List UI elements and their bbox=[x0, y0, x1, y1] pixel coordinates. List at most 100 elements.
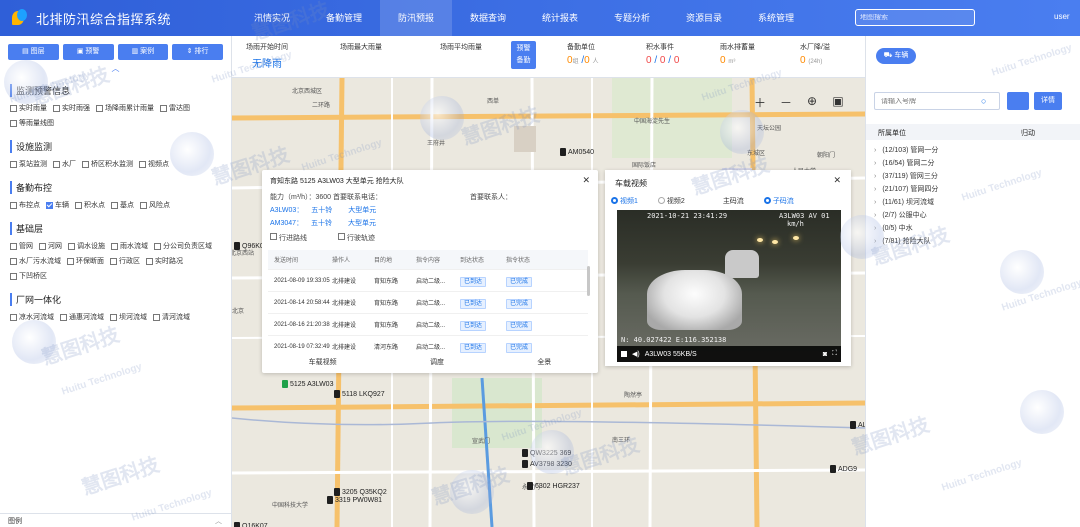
vehicle-marker[interactable]: Q16K07 bbox=[234, 522, 268, 527]
map-search[interactable] bbox=[855, 9, 975, 26]
layer-option[interactable]: 环保断面 bbox=[67, 256, 104, 266]
layer-option[interactable]: 坝河流域 bbox=[110, 312, 147, 322]
layer-option[interactable]: 场降雨累计雨量 bbox=[96, 103, 154, 113]
checkbox[interactable] bbox=[10, 160, 17, 168]
checkbox[interactable] bbox=[139, 160, 146, 168]
track-checkbox[interactable] bbox=[338, 233, 345, 240]
checkbox[interactable] bbox=[67, 257, 74, 265]
checkbox[interactable] bbox=[10, 119, 17, 127]
route-checkbox[interactable] bbox=[270, 233, 277, 240]
layer-option[interactable]: 泵站监测 bbox=[10, 159, 47, 169]
close-icon[interactable]: ✕ bbox=[582, 175, 590, 186]
fullscreen-icon[interactable]: ⛶ bbox=[832, 350, 837, 358]
checkbox[interactable] bbox=[10, 313, 17, 321]
tab-layers[interactable]: ▤ 图层 bbox=[8, 44, 59, 60]
vehicle-marker[interactable]: AV3798 3230 bbox=[522, 460, 572, 468]
table-row[interactable]: 2021-08-09 19:33:05 北排建设 育知东路 启动二级... 已到达 已完成 bbox=[268, 270, 588, 292]
checkbox[interactable] bbox=[10, 201, 17, 209]
vehicle-marker[interactable]: 5125 A3LW03 bbox=[282, 380, 333, 388]
route-check[interactable]: 行进路线 bbox=[270, 233, 307, 243]
nav-item[interactable]: 系统管理 bbox=[740, 0, 812, 36]
radio-sub-stream[interactable]: 子码流 bbox=[763, 196, 794, 206]
vehicle-marker[interactable]: 3319 PW0W81 bbox=[327, 496, 382, 504]
dispatch-link[interactable]: 调度 bbox=[430, 357, 444, 367]
checkbox[interactable] bbox=[53, 104, 60, 112]
layer-option[interactable]: 水厂污水流域 bbox=[10, 256, 61, 266]
checkbox[interactable] bbox=[10, 257, 17, 265]
nav-item[interactable]: 统计报表 bbox=[524, 0, 596, 36]
collapse-chevron-icon[interactable]: ︿ bbox=[0, 64, 231, 74]
checkbox[interactable] bbox=[96, 104, 103, 112]
layer-option[interactable]: 雨水流域 bbox=[111, 241, 148, 251]
camera-icon[interactable]: ◙ bbox=[823, 351, 827, 358]
tab-vehicles[interactable]: ⛟ 车辆 bbox=[876, 48, 916, 64]
zoom-out-icon[interactable]: － bbox=[778, 94, 794, 111]
nav-item[interactable]: 专题分析 bbox=[596, 0, 668, 36]
checkbox[interactable] bbox=[10, 242, 17, 250]
unit-tree-item[interactable]: (2/7) 公服中心 bbox=[874, 209, 938, 222]
checkbox[interactable] bbox=[39, 242, 46, 250]
checkbox[interactable] bbox=[10, 272, 17, 280]
checkbox[interactable] bbox=[160, 104, 167, 112]
layer-option[interactable]: 河网 bbox=[39, 241, 62, 251]
chevron-up-icon[interactable]: ︿ bbox=[215, 516, 222, 526]
unit-tree-item[interactable]: (12/103) 管网一分 bbox=[874, 144, 938, 157]
layer-option[interactable]: 行政区 bbox=[110, 256, 140, 266]
vehicle-marker[interactable]: QW3225 369 bbox=[522, 449, 571, 457]
table-row[interactable]: 2021-08-14 20:58:44 北排建设 育知东路 启动二级... 已到达 已完成 bbox=[268, 292, 588, 314]
layer-option[interactable]: 视频点 bbox=[139, 159, 169, 169]
layer-option[interactable]: 分公司负责区域 bbox=[154, 241, 212, 251]
plate-search-input[interactable] bbox=[875, 97, 981, 105]
table-row[interactable]: 2021-08-19 07:32:49 北排建设 清河东路 启动二级... 已到达 已完成 bbox=[268, 336, 588, 354]
layer-option[interactable]: 车辆 bbox=[46, 200, 69, 210]
table-scrollbar[interactable] bbox=[587, 266, 590, 296]
radio-video1[interactable]: 视频1 bbox=[611, 196, 638, 206]
checkbox[interactable] bbox=[46, 201, 53, 209]
layer-option[interactable]: 风险点 bbox=[140, 200, 170, 210]
checkbox[interactable] bbox=[60, 313, 67, 321]
map-layer-icon[interactable]: ▣ bbox=[830, 94, 846, 111]
layer-option[interactable]: 管网 bbox=[10, 241, 33, 251]
radio-main-stream[interactable]: 主码流 bbox=[723, 196, 744, 206]
layer-option[interactable]: 布控点 bbox=[10, 200, 40, 210]
checkbox[interactable] bbox=[110, 257, 117, 265]
tab-warning[interactable]: ▣ 预警 bbox=[62, 44, 114, 60]
checkbox[interactable] bbox=[111, 201, 118, 209]
vehicle-marker[interactable]: 3205 Q35KQ2 bbox=[334, 488, 387, 496]
checkbox[interactable] bbox=[75, 201, 82, 209]
video-screen[interactable]: 2021-10-21 23:41:29 A3LW03 AV 01 km/h N:… bbox=[617, 210, 841, 362]
user-name[interactable]: user bbox=[1054, 12, 1070, 21]
layer-option[interactable]: 调水设施 bbox=[68, 241, 105, 251]
volume-icon[interactable]: ◀) bbox=[632, 350, 640, 358]
nav-item[interactable]: 资源目录 bbox=[668, 0, 740, 36]
vehicle-marker[interactable]: 5118 LKQ927 bbox=[334, 390, 385, 398]
layer-option[interactable]: 水厂 bbox=[53, 159, 76, 169]
layer-option[interactable]: 基点 bbox=[111, 200, 134, 210]
layer-option[interactable]: 桥区积水监测 bbox=[82, 159, 133, 169]
search-icon[interactable]: ○ bbox=[981, 96, 995, 106]
checkbox[interactable] bbox=[110, 313, 117, 321]
layer-option[interactable]: 清河流域 bbox=[153, 312, 190, 322]
warning-standby-button[interactable]: 预警 备勤 bbox=[511, 41, 536, 69]
checkbox[interactable] bbox=[82, 160, 89, 168]
vehicle-marker[interactable]: AL bbox=[850, 421, 865, 429]
checkbox[interactable] bbox=[10, 104, 17, 112]
tab-cases[interactable]: ▥ 案例 bbox=[117, 44, 169, 60]
tab-ranking[interactable]: ⇕ 排行 bbox=[172, 44, 223, 60]
unit-tree-item[interactable]: (16/54) 管网二分 bbox=[874, 157, 938, 170]
unit-tree-item[interactable]: (21/107) 管网四分 bbox=[874, 183, 938, 196]
map-search-input[interactable] bbox=[860, 14, 960, 21]
unit-tree-item[interactable]: (11/61) 坝河流域 bbox=[874, 196, 938, 209]
checkbox[interactable] bbox=[154, 242, 161, 250]
nav-item[interactable]: 汛情实况 bbox=[236, 0, 308, 36]
layer-option[interactable]: 雷达图 bbox=[160, 103, 190, 113]
layer-option[interactable]: 凉水河流域 bbox=[10, 312, 54, 322]
vehicle-marker[interactable]: 6302 HGR237 bbox=[527, 482, 580, 490]
radio-video2[interactable]: 视频2 bbox=[657, 196, 685, 206]
unit-tree-item[interactable]: (37/119) 管网三分 bbox=[874, 170, 938, 183]
unit-tree-item[interactable]: (7/81) 抢险大队 bbox=[874, 235, 938, 248]
vehicle-marker[interactable]: AM0540 bbox=[560, 148, 594, 156]
unit-tree-item[interactable]: (0/5) 中水 bbox=[874, 222, 938, 235]
checkbox[interactable] bbox=[53, 160, 60, 168]
filter-button[interactable] bbox=[1007, 92, 1029, 110]
